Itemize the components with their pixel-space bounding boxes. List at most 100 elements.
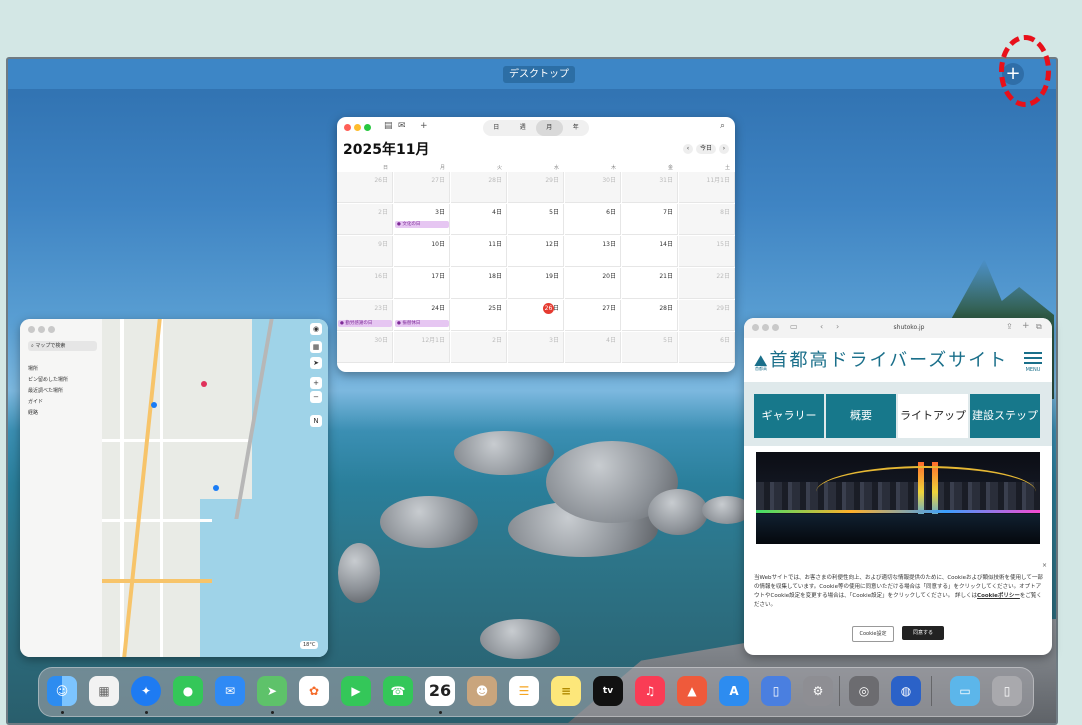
sidebar-icon[interactable]: ▭ [790, 322, 798, 331]
downloads-folder-icon[interactable]: ▭ [950, 676, 980, 706]
zoom-button[interactable] [364, 124, 371, 131]
calendar-day-cell[interactable]: 3日 [508, 332, 564, 363]
cookie-settings-button[interactable]: Cookie設定 [852, 626, 894, 642]
messages-icon[interactable]: ● [173, 676, 203, 706]
today-button[interactable]: 今日 [696, 144, 716, 154]
cookie-policy-link[interactable]: Cookieポリシー [977, 593, 1020, 599]
sidebar-item-guides[interactable]: ガイド [28, 398, 43, 405]
safari-icon[interactable]: ✦ [131, 676, 161, 706]
calendar-day-cell[interactable]: 2日 [337, 204, 393, 235]
calendar-window[interactable]: ▤ ✉ + 日 週 月 年 ⌕ 2025年11月 ‹ 今日 › 日 月 火 水 … [337, 117, 735, 372]
event-culture-day[interactable]: ● 文化の日 [395, 221, 449, 228]
calendar-day-cell[interactable]: 11日 [451, 236, 507, 267]
tab-construction-steps[interactable]: 建設ステップ [970, 394, 1040, 438]
minimize-button[interactable] [354, 124, 361, 131]
agree-button[interactable]: 同意する [902, 626, 944, 640]
minimize-button[interactable] [762, 324, 769, 331]
calendar-day-cell[interactable]: 7日 [622, 204, 678, 235]
maps-window[interactable]: ⌕ マップで検索 場所 ピン留めした場所 最近調べた場所 ガイド 経路 ◉ ▦ … [20, 319, 328, 657]
map-mode-icon[interactable]: ◉ [310, 323, 322, 335]
calendar-day-cell[interactable]: 28日 [622, 300, 678, 331]
calendar-day-cell[interactable]: 4日 [565, 332, 621, 363]
minimize-button[interactable] [38, 326, 45, 333]
maps-icon[interactable]: ➤ [257, 676, 287, 706]
poi-pin[interactable] [151, 402, 157, 408]
calendar-day-cell[interactable]: 27日 [394, 172, 450, 203]
zoom-in-button[interactable]: + [310, 377, 322, 389]
sidebar-item-pinned[interactable]: ピン留めした場所 [28, 376, 68, 383]
view-week[interactable]: 週 [510, 120, 537, 136]
calendar-day-cell[interactable]: 28日 [451, 172, 507, 203]
calendar-day-cell[interactable]: 26日 [508, 300, 564, 331]
inbox-icon[interactable]: ✉ [398, 121, 406, 131]
map-layers-icon[interactable]: ▦ [310, 341, 322, 353]
calendar-day-cell[interactable]: 5日 [622, 332, 678, 363]
site-logo[interactable]: ⛰首都高ドライバーズサイト [754, 346, 1008, 372]
view-month[interactable]: 月 [536, 120, 563, 136]
facetime-icon[interactable]: ▶ [341, 676, 371, 706]
trash-icon[interactable]: ▯ [992, 676, 1022, 706]
calendar-day-cell[interactable]: 6日 [565, 204, 621, 235]
photos-icon[interactable]: ✿ [299, 676, 329, 706]
compass-icon[interactable]: N [310, 415, 322, 427]
calendar-day-cell[interactable]: 16日 [337, 268, 393, 299]
sidebar-item-places[interactable]: 場所 [28, 365, 38, 372]
keynote-icon[interactable]: ▲ [677, 676, 707, 706]
calendar-day-cell[interactable]: 8日 [679, 204, 735, 235]
new-tab-icon[interactable]: + [1022, 321, 1030, 331]
calendar-day-cell[interactable]: 20日 [565, 268, 621, 299]
prev-month-button[interactable]: ‹ [683, 144, 693, 154]
calendar-icon[interactable]: 26 [425, 676, 455, 706]
launchpad-icon[interactable]: ▦ [89, 676, 119, 706]
screenshot-icon[interactable]: ◎ [849, 676, 879, 706]
cookie-close-icon[interactable]: × [1042, 562, 1047, 569]
calendar-day-cell[interactable]: 14日 [622, 236, 678, 267]
calendar-day-cell[interactable]: 27日 [565, 300, 621, 331]
zoom-out-button[interactable]: − [310, 391, 322, 403]
calendar-day-cell[interactable]: 18日 [451, 268, 507, 299]
system-settings-icon[interactable]: ⚙ [803, 676, 833, 706]
tab-lightup[interactable]: ライトアップ [898, 394, 968, 438]
calendar-day-cell[interactable]: 5日 [508, 204, 564, 235]
add-event-icon[interactable]: + [420, 121, 428, 131]
mail-icon[interactable]: ✉ [215, 676, 245, 706]
close-button[interactable] [28, 326, 35, 333]
calendar-day-cell[interactable]: 25日 [451, 300, 507, 331]
music-icon[interactable]: ♫ [635, 676, 665, 706]
calendar-day-cell[interactable]: 13日 [565, 236, 621, 267]
calendar-list-icon[interactable]: ▤ [384, 121, 393, 131]
calendar-day-cell[interactable]: 2日 [451, 332, 507, 363]
location-arrow-icon[interactable]: ➤ [310, 357, 322, 369]
zoom-button[interactable] [48, 326, 55, 333]
calendar-day-cell[interactable]: 26日 [337, 172, 393, 203]
view-day[interactable]: 日 [483, 120, 510, 136]
tv-icon[interactable]: tv [593, 676, 623, 706]
desktop-space-label[interactable]: デスクトップ [503, 66, 575, 83]
poi-pin[interactable] [201, 381, 207, 387]
share-icon[interactable]: ⇪ [1006, 322, 1013, 331]
calendar-day-cell[interactable]: 12月1日 [394, 332, 450, 363]
calendar-day-cell[interactable]: 11月1日 [679, 172, 735, 203]
tab-gallery[interactable]: ギャラリー [754, 394, 824, 438]
safari-window[interactable]: ▭ ‹ › shutoko.jp ⇪ + ⧉ ⛰首都高ドライバーズサイト 首都高… [744, 318, 1052, 655]
address-bar[interactable]: shutoko.jp [854, 322, 964, 334]
calendar-day-cell[interactable]: 30日 [565, 172, 621, 203]
sidebar-item-recents[interactable]: 最近調べた場所 [28, 387, 63, 394]
calendar-day-cell[interactable]: 30日 [337, 332, 393, 363]
calendar-day-cell[interactable]: 22日 [679, 268, 735, 299]
calendar-day-cell[interactable]: 19日 [508, 268, 564, 299]
hamburger-menu-icon[interactable]: MENU [1024, 352, 1042, 373]
calendar-day-cell[interactable]: 12日 [508, 236, 564, 267]
phone-icon[interactable]: ☎ [383, 676, 413, 706]
calendar-day-cell[interactable]: 17日 [394, 268, 450, 299]
zoom-button[interactable] [772, 324, 779, 331]
search-icon[interactable]: ⌕ [720, 121, 725, 131]
app-store-icon[interactable]: A [719, 676, 749, 706]
contacts-icon[interactable]: ☻ [467, 676, 497, 706]
tab-overview[interactable]: 概要 [826, 394, 896, 438]
notes-icon[interactable]: ≡ [551, 676, 581, 706]
calendar-day-cell[interactable]: 29日 [679, 300, 735, 331]
calendar-day-cell[interactable]: 3日 [394, 204, 450, 235]
maps-search-field[interactable]: ⌕ マップで検索 [28, 341, 97, 351]
simulator-icon[interactable]: ▯ [761, 676, 791, 706]
